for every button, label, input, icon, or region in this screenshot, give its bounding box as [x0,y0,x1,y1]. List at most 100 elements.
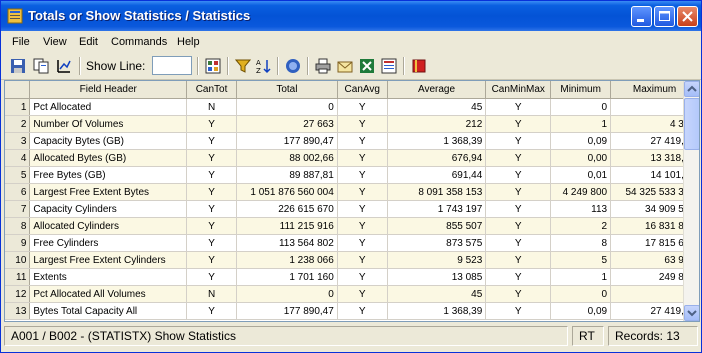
row-number[interactable]: 11 [5,268,31,286]
sort-az-icon[interactable]: AZ [255,58,271,74]
canminmax-cell[interactable]: Y [485,217,552,235]
row-number-header[interactable] [5,81,31,99]
column-header-minimum[interactable]: Minimum [550,81,612,99]
scroll-down-button[interactable] [684,305,699,321]
title-bar[interactable]: Totals or Show Statistics / Statistics [1,1,701,31]
table-row[interactable]: 4 Allocated Bytes (GB) Y 88 002,66 Y 676,94 Y 0… [5,149,699,167]
menu-help[interactable]: Help [177,36,200,48]
minimum-cell[interactable]: 0,00 [550,149,612,167]
print-icon[interactable] [315,58,331,74]
field-header-cell[interactable]: Allocated Cylinders [29,217,188,235]
menu-view[interactable]: View [43,36,67,48]
field-header-cell[interactable]: Extents [29,268,188,286]
filter-icon[interactable] [235,58,251,74]
minimum-cell[interactable]: 0,09 [550,132,612,150]
total-cell[interactable]: 27 663 [236,115,338,133]
chart-edit-icon[interactable] [56,58,72,74]
canminmax-cell[interactable]: Y [485,268,552,286]
row-number[interactable]: 2 [5,115,31,133]
minimum-cell[interactable]: 0 [550,98,612,116]
total-cell[interactable]: 1 701 160 [236,268,338,286]
canminmax-cell[interactable]: Y [485,166,552,184]
table-row[interactable]: 12Pct Allocated All VolumesN0Y45Y099 [5,285,699,303]
cantot-cell[interactable]: Y [186,302,237,320]
field-header-cell[interactable]: Bytes Total Capacity All [29,302,188,320]
field-header-cell[interactable]: Free Cylinders [29,234,188,252]
minimum-cell[interactable]: 2 [550,217,612,235]
canminmax-cell[interactable]: Y [485,132,552,150]
canavg-cell[interactable]: Y [337,132,388,150]
cantot-cell[interactable]: Y [186,115,237,133]
minimum-cell[interactable]: 4 249 800 [550,183,612,201]
show-line-input[interactable] [152,56,192,75]
total-cell[interactable]: 111 215 916 [236,217,338,235]
total-cell[interactable]: 177 890,47 [236,302,338,320]
canavg-cell[interactable]: Y [337,115,388,133]
canavg-cell[interactable]: Y [337,217,388,235]
table-row[interactable]: 5 Free Bytes (GB) Y 89 887,81 Y 691,44 Y 0,01 14… [5,166,699,184]
cantot-cell[interactable]: Y [186,268,237,286]
cantot-cell[interactable]: Y [186,200,237,218]
field-header-cell[interactable]: Largest Free Extent Bytes [29,183,188,201]
cantot-cell[interactable]: Y [186,183,237,201]
canavg-cell[interactable]: Y [337,98,388,116]
average-cell[interactable]: 8 091 358 153 [387,183,487,201]
total-cell[interactable]: 89 887,81 [236,166,338,184]
average-cell[interactable]: 1 368,39 [387,302,487,320]
field-header-cell[interactable]: Number Of Volumes [29,115,188,133]
cantot-cell[interactable]: Y [186,166,237,184]
row-number[interactable]: 5 [5,166,31,184]
table-row[interactable]: 6 Largest Free Extent Bytes Y 1 051 876 560… [5,183,699,201]
total-cell[interactable]: 1 238 066 [236,251,338,269]
table-row[interactable]: 3 Capacity Bytes (GB) Y 177 890,47 Y 1 368,39… [5,132,699,150]
column-header-field[interactable]: Field Header [29,81,188,99]
table-row[interactable]: 13 Bytes Total Capacity All Y 177 890,47 Y 1 … [5,302,699,320]
info-icon[interactable] [285,58,301,74]
canminmax-cell[interactable]: Y [485,149,552,167]
total-cell[interactable]: 1 051 876 560 004 [236,183,338,201]
average-cell[interactable]: 9 523 [387,251,487,269]
table-row[interactable]: 9 Free Cylinders Y 113 564 802 Y 873 575 Y 8 17 … [5,234,699,252]
average-cell[interactable]: 1 743 197 [387,200,487,218]
minimum-cell[interactable]: 0 [550,285,612,303]
average-cell[interactable]: 1 368,39 [387,132,487,150]
field-header-cell[interactable]: Free Bytes (GB) [29,166,188,184]
book-icon[interactable] [411,58,427,74]
canminmax-cell[interactable]: Y [485,285,552,303]
mail-icon[interactable] [337,58,353,74]
minimum-cell[interactable]: 0,01 [550,166,612,184]
row-number[interactable]: 12 [5,285,31,303]
canavg-cell[interactable]: Y [337,268,388,286]
canavg-cell[interactable]: Y [337,251,388,269]
total-cell[interactable]: 88 002,66 [236,149,338,167]
field-header-cell[interactable]: Largest Free Extent Cylinders [29,251,188,269]
minimum-cell[interactable]: 5 [550,251,612,269]
column-header-average[interactable]: Average [387,81,487,99]
row-number[interactable]: 10 [5,251,31,269]
minimize-button[interactable] [631,6,652,27]
table-row[interactable]: 8 Allocated Cylinders Y 111 215 916 Y 855 507… [5,217,699,235]
table-row[interactable]: 1Pct AllocatedN0Y45Y099 [5,98,699,116]
average-cell[interactable]: 676,94 [387,149,487,167]
menu-file[interactable]: File [12,36,30,48]
column-header-total[interactable]: Total [236,81,338,99]
cantot-cell[interactable]: Y [186,217,237,235]
canavg-cell[interactable]: Y [337,285,388,303]
row-number[interactable]: 6 [5,183,31,201]
average-cell[interactable]: 45 [387,98,487,116]
grid-settings-icon[interactable] [205,58,221,74]
scroll-thumb[interactable] [684,98,699,150]
menu-commands[interactable]: Commands [111,36,167,48]
minimum-cell[interactable]: 0,09 [550,302,612,320]
minimum-cell[interactable]: 8 [550,234,612,252]
cantot-cell[interactable]: Y [186,251,237,269]
canminmax-cell[interactable]: Y [485,302,552,320]
export-report-icon[interactable] [381,58,397,74]
cantot-cell[interactable]: Y [186,234,237,252]
canminmax-cell[interactable]: Y [485,98,552,116]
canavg-cell[interactable]: Y [337,183,388,201]
canminmax-cell[interactable]: Y [485,251,552,269]
average-cell[interactable]: 13 085 [387,268,487,286]
canminmax-cell[interactable]: Y [485,200,552,218]
minimum-cell[interactable]: 1 [550,268,612,286]
